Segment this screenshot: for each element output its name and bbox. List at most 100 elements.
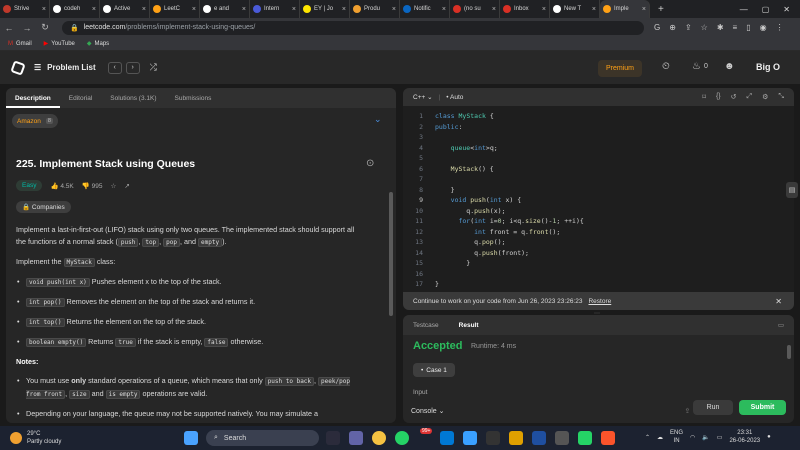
weather-widget[interactable]: 29°C Partly cloudy [0,430,61,446]
browser-tab[interactable]: Imple × [600,0,650,18]
profile-icon[interactable]: ◉ [760,23,767,32]
browser-tab[interactable]: e and × [200,0,250,18]
share-icon[interactable]: ⇪ [685,23,692,32]
like-button[interactable]: 👍 4.5K [50,182,73,190]
browser-tab[interactable]: codeh × [50,0,100,18]
menu-icon[interactable]: ⋮ [776,23,784,32]
browser-tab[interactable]: Inbox × [500,0,550,18]
console-toggle[interactable]: Console ⌄ [411,407,445,415]
run-button[interactable]: Run [693,400,733,415]
share-link-icon[interactable]: ↗ [124,182,129,190]
forward-icon[interactable]: → [18,23,36,33]
scrollbar[interactable] [787,345,791,359]
language-indicator[interactable]: ENG IN [670,429,683,445]
tab-description[interactable]: Description [6,89,60,108]
notification-icon[interactable]: ● [767,434,771,440]
start-icon[interactable] [184,431,198,445]
bookmark-maps[interactable]: ◆ Maps [87,40,109,48]
mail-icon[interactable] [555,431,569,445]
back-icon[interactable]: ← [0,23,18,33]
next-problem-button[interactable]: › [125,61,140,74]
bookmark-gmail[interactable]: M Gmail [8,41,32,47]
tab-close-icon[interactable]: × [92,6,96,13]
more-icon[interactable]: ⊙ [366,158,374,169]
browser-tab[interactable]: LeetC × [150,0,200,18]
avatar[interactable]: ☻ [724,61,735,72]
case-1-tab[interactable]: • Case 1 [413,363,455,377]
tab-solutions[interactable]: Solutions (3.1K) [101,95,165,102]
upload-icon[interactable]: ⇪ [685,407,691,415]
edge-icon[interactable] [463,431,477,445]
streak-icon[interactable]: ♨ [692,61,701,72]
chevron-down-icon[interactable]: ⌄ [374,114,382,125]
wifi-icon[interactable]: ◠ [690,434,695,441]
timer-icon[interactable]: ⏲ [662,61,670,72]
url-field[interactable]: 🔒 leetcode.com/problems/implement-stack-… [62,20,644,35]
fullscreen-icon[interactable]: ⤢ [747,93,753,101]
autocomplete-select[interactable]: • Auto [446,94,463,101]
company-tag[interactable]: Amazon 8 [12,114,58,128]
tab-editorial[interactable]: Editorial [60,95,101,102]
problem-list-button[interactable]: ☰ Problem List [34,63,96,72]
close-icon[interactable]: ✕ [775,297,782,306]
expand-icon[interactable]: ⤡ [778,93,784,101]
collapse-icon[interactable]: ▭ [768,321,794,329]
tab-close-icon[interactable]: × [542,6,546,13]
browser-tab[interactable]: Strive × [0,0,50,18]
username-label[interactable]: Big O [756,62,780,72]
maximize-icon[interactable]: ▢ [762,5,770,14]
browser-tab[interactable]: Intern × [250,0,300,18]
volume-icon[interactable]: 🔈 [702,434,709,441]
tray-chevron-icon[interactable]: ⌃ [645,434,650,441]
sidepanel-icon[interactable]: ▯ [746,23,750,32]
star-icon[interactable]: ☆ [111,182,117,190]
vscode-icon[interactable] [440,431,454,445]
close-window-icon[interactable]: ✕ [783,5,790,14]
browser-tab[interactable]: New T × [550,0,600,18]
browser-tab[interactable]: Active × [100,0,150,18]
chrome-icon[interactable] [372,431,386,445]
zoom-icon[interactable]: ⊕ [669,23,676,32]
shuffle-icon[interactable]: ⤮ [150,62,157,73]
tab-close-icon[interactable]: × [192,6,196,13]
whatsapp-web-icon[interactable] [578,431,592,445]
bookmark-youtube[interactable]: ▶ YouTube [44,40,75,48]
cloud-icon[interactable]: ☁ [657,434,663,441]
settings-icon[interactable]: ⚙ [762,93,768,101]
dislike-button[interactable]: 👎 995 [82,182,103,190]
bookmark-icon[interactable]: ⌑ [702,93,706,101]
tab-close-icon[interactable]: × [342,6,346,13]
scrollbar[interactable] [389,192,393,316]
minimize-icon[interactable]: — [740,5,748,14]
extensions-icon[interactable]: ✱ [717,23,724,32]
premium-button[interactable]: Premium [598,60,642,77]
tab-close-icon[interactable]: × [292,6,296,13]
reset-icon[interactable]: ↺ [731,93,737,101]
tab-close-icon[interactable]: × [142,6,146,13]
tab-submissions[interactable]: Submissions [166,95,221,102]
taskbar-search[interactable]: ⌕ Search [206,430,319,446]
brave-icon[interactable] [601,431,615,445]
browser-tab[interactable]: Notific × [400,0,450,18]
tab-close-icon[interactable]: × [42,6,46,13]
tab-result[interactable]: Result [449,322,489,329]
reading-list-icon[interactable]: ≡ [733,23,738,32]
leetcode-logo-icon[interactable] [10,59,26,76]
new-tab-icon[interactable]: + [650,4,672,15]
bookmark-star-icon[interactable]: ☆ [701,23,708,32]
browser-tab[interactable]: Produ × [350,0,400,18]
prev-problem-button[interactable]: ‹ [107,61,122,74]
whatsapp-icon[interactable] [395,431,409,445]
braces-icon[interactable]: {} [716,93,721,101]
reload-icon[interactable]: ↻ [36,22,54,33]
google-icon[interactable]: G [654,23,660,32]
tab-close-icon[interactable]: × [442,6,446,13]
battery-icon[interactable]: ▭ [717,434,723,441]
notes-side-icon[interactable]: ▤ [786,182,798,198]
language-select[interactable]: C++ ⌄ [413,93,433,101]
store-icon[interactable] [532,431,546,445]
tab-close-icon[interactable]: × [592,6,596,13]
tab-testcase[interactable]: Testcase [403,322,449,329]
submit-button[interactable]: Submit [739,400,786,415]
tab-close-icon[interactable]: × [242,6,246,13]
